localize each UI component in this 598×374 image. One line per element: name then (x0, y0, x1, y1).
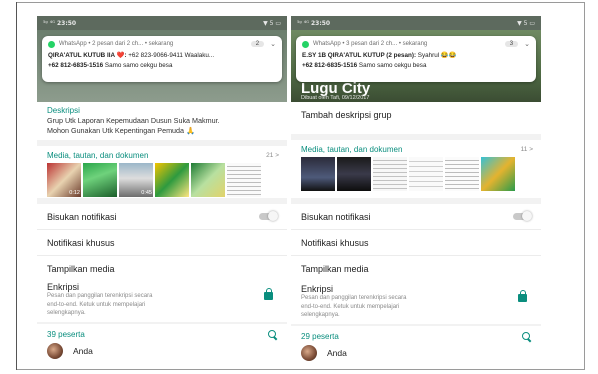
mute-toggle[interactable] (513, 211, 532, 221)
status-bar: ⁵ᵍ ⁴ᴳ 23:50 ▼ 5 ▭ (291, 16, 541, 30)
custom-notifications-row[interactable]: Notifikasi khusus (291, 230, 541, 256)
media-count[interactable]: 11 > (521, 146, 533, 153)
media-thumbnail[interactable] (373, 157, 407, 191)
mute-notifications-label: Bisukan notifikasi (47, 211, 117, 222)
media-thumbnails (291, 157, 541, 191)
encryption-title: Enkripsi (47, 282, 80, 292)
status-bar: ⁵ᵍ ⁴ᴳ 23:50 ▼ 5 ▭ (37, 16, 287, 30)
notification-card[interactable]: WhatsApp • 3 pesan dari 2 ch... • sekara… (296, 36, 536, 82)
notification-summary: WhatsApp • 2 pesan dari 2 ch... • sekara… (59, 41, 174, 47)
mute-notifications-row[interactable]: Bisukan notifikasi (37, 204, 287, 230)
encryption-text-1: Pesan dan panggilan terenkripsi secara (47, 293, 153, 299)
status-left: ⁵ᵍ ⁴ᴳ 23:50 (297, 19, 331, 27)
media-thumbnail[interactable] (337, 157, 371, 191)
notification-card[interactable]: WhatsApp • 2 pesan dari 2 ch... • sekara… (42, 36, 282, 82)
notification-summary: WhatsApp • 3 pesan dari 2 ch... • sekara… (313, 41, 428, 47)
chevron-down-icon[interactable]: ⌄ (270, 40, 276, 48)
notification-message-1: E.SY 1B QIRA'ATUL KUTUP (2 pesan): Syahr… (302, 52, 457, 59)
description-label: Deskripsi (47, 106, 80, 115)
participants-count: 39 peserta (47, 330, 85, 339)
encryption-section[interactable]: Enkripsi Pesan dan panggilan terenkripsi… (37, 276, 287, 322)
settings-section: Bisukan notifikasi Notifikasi khusus Tam… (291, 204, 541, 284)
custom-notifications-row[interactable]: Notifikasi khusus (37, 230, 287, 256)
group-created-info: Dibuat oleh Tafi, 09/12/2017 (301, 95, 370, 101)
description-section[interactable]: Deskripsi Grup Utk Laporan Kepemudaan Du… (37, 102, 287, 140)
media-count[interactable]: 21 > (266, 152, 279, 159)
notification-message-2: +62 812-6835-1516 Samo samo cekgu besa (302, 62, 427, 69)
description-text-2: Mohon Gunakan Utk Kepentingan Pemuda 🙏 (47, 126, 196, 135)
participants-section: 39 peserta Anda (37, 324, 287, 368)
avatar (47, 343, 63, 359)
media-section[interactable]: Media, tautan, dan dokumen 21 > 0:12 0:4… (37, 146, 287, 198)
encryption-text-2: end-to-end. Ketuk untuk mempelajari (47, 301, 146, 308)
encryption-text-3: selengkapnya. (47, 310, 86, 316)
notification-count-badge: 3 (504, 41, 519, 47)
status-right: ▼ 5 ▭ (517, 19, 535, 27)
mute-notifications-label: Bisukan notifikasi (301, 211, 371, 222)
whatsapp-icon (302, 40, 309, 48)
member-name: Anda (327, 348, 347, 358)
media-label: Media, tautan, dan dokumen (301, 145, 403, 154)
status-left: ⁵ᵍ ⁴ᴳ 23:50 (43, 19, 77, 27)
lock-icon (518, 290, 527, 302)
phone-screenshot-left: ⁵ᵍ ⁴ᴳ 23:50 ▼ 5 ▭ WhatsApp • 2 pesan dar… (37, 16, 287, 368)
participants-count: 29 peserta (301, 332, 339, 341)
chevron-down-icon[interactable]: ⌄ (524, 40, 530, 48)
media-thumbnail[interactable] (409, 157, 443, 191)
encryption-text-1: Pesan dan panggilan terenkripsi secara (301, 295, 407, 301)
whatsapp-icon (48, 40, 55, 48)
media-thumbnail[interactable] (301, 157, 335, 191)
frame-divider (16, 2, 17, 370)
description-text-1: Grup Utk Laporan Kepemudaan Dusun Suka M… (47, 116, 220, 125)
add-description-section[interactable]: Tambah deskripsi grup (291, 102, 541, 134)
mute-toggle[interactable] (259, 211, 278, 221)
participants-section: 29 peserta Anda (291, 326, 541, 368)
encryption-title: Enkripsi (301, 284, 334, 294)
media-label: Media, tautan, dan dokumen (47, 151, 149, 160)
media-thumbnail[interactable] (481, 157, 515, 191)
media-thumbnail[interactable] (227, 163, 261, 197)
encryption-text-2: end-to-end. Ketuk untuk mempelajari (301, 303, 400, 310)
notification-count-badge: 2 (250, 41, 265, 47)
add-description-label: Tambah deskripsi grup (301, 110, 392, 120)
show-media-label: Tampilkan media (47, 263, 115, 274)
search-icon[interactable] (268, 330, 277, 339)
media-thumbnail[interactable] (155, 163, 189, 197)
member-row[interactable]: Anda (37, 339, 287, 363)
custom-notifications-label: Notifikasi khusus (301, 237, 369, 248)
media-thumbnail[interactable] (191, 163, 225, 197)
show-media-label: Tampilkan media (301, 263, 369, 274)
encryption-section[interactable]: Enkripsi Pesan dan panggilan terenkripsi… (291, 278, 541, 324)
member-name: Anda (73, 346, 93, 356)
media-thumbnail[interactable]: 0:45 (119, 163, 153, 197)
member-row[interactable]: Anda (291, 341, 541, 365)
lock-icon (264, 288, 273, 300)
settings-section: Bisukan notifikasi Notifikasi khusus Tam… (37, 204, 287, 284)
mute-notifications-row[interactable]: Bisukan notifikasi (291, 204, 541, 230)
phone-screenshot-right: ⁵ᵍ ⁴ᴳ 23:50 ▼ 5 ▭ Lugu City Dibuat oleh … (291, 16, 541, 368)
search-icon[interactable] (522, 332, 531, 341)
encryption-text-3: selengkapnya. (301, 312, 340, 318)
media-section[interactable]: Media, tautan, dan dokumen 11 > (291, 140, 541, 198)
avatar (301, 345, 317, 361)
notification-message-1: QIRA'ATUL KUTUB IIA ❤️: +62 823-9066-941… (48, 52, 215, 59)
custom-notifications-label: Notifikasi khusus (47, 237, 115, 248)
media-thumbnail[interactable]: 0:12 (47, 163, 81, 197)
media-thumbnail[interactable] (445, 157, 479, 191)
notification-message-2: +62 812-6835-1516 Samo samo cekgu besa (48, 62, 173, 69)
status-right: ▼ 5 ▭ (263, 19, 281, 27)
media-thumbnails: 0:12 0:45 (37, 163, 287, 197)
media-thumbnail[interactable] (83, 163, 117, 197)
